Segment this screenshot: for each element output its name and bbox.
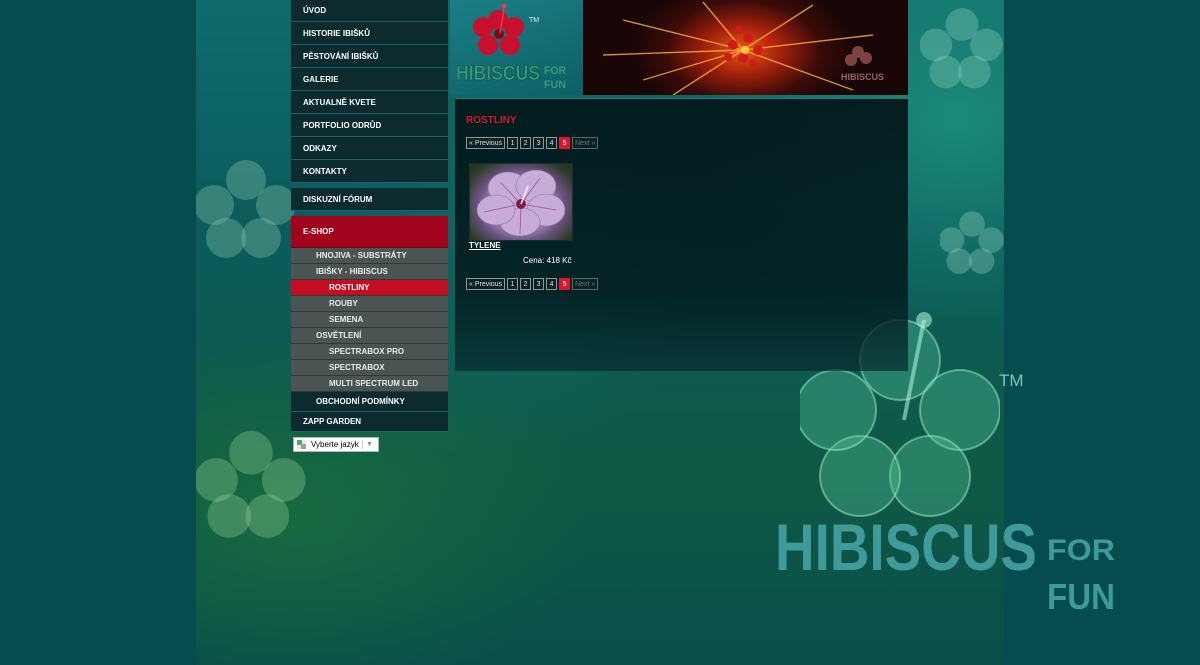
eshop-sub-ibisky[interactable]: IBIŠKY - HIBISCUS <box>291 264 448 280</box>
brand-watermark-fun: FUN <box>1047 576 1115 615</box>
product-name-link[interactable]: TYLENE <box>469 241 501 250</box>
header-banner-image: HIBISCUS <box>583 0 908 95</box>
page-background-left <box>0 0 196 665</box>
pagination-page-1[interactable]: 1 <box>507 137 519 149</box>
nav-item-galerie[interactable]: GALERIE <box>291 68 448 91</box>
nav-item-kontakty[interactable]: KONTAKTY <box>291 160 448 183</box>
brand-watermark: TM HIBISCUS FOR FUN <box>775 392 1120 620</box>
main-navigation: ÚVOD HISTORIE IBIŠKŮ PĚSTOVÁNÍ IBIŠKŮ GA… <box>291 0 448 432</box>
pagination-page-3[interactable]: 3 <box>533 137 545 149</box>
language-select[interactable]: Vyberte jazyk ▼ <box>293 437 379 452</box>
eshop-sub-hnojiva[interactable]: HNOJIVA - SUBSTRÁTY <box>291 248 448 264</box>
brand-watermark-name: HIBISCUS <box>775 510 1037 584</box>
logo-for: FOR <box>544 65 566 77</box>
pagination-page-1[interactable]: 1 <box>507 278 519 290</box>
eshop-sub-rostliny[interactable]: ROSTLINY <box>291 280 448 296</box>
banner-watermark: HIBISCUS <box>841 72 884 82</box>
eshop-sub-semena[interactable]: SEMENA <box>291 312 448 328</box>
pagination-page-2[interactable]: 2 <box>520 137 532 149</box>
eshop-sub-multi-spectrum[interactable]: MULTI SPECTRUM LED <box>291 376 448 392</box>
nav-item-aktualne[interactable]: AKTUALNĚ KVETE <box>291 91 448 114</box>
pagination-page-5[interactable]: 5 <box>559 137 571 149</box>
content-panel: ROSTLINY « Previous 1 2 3 4 5 Next » TYL… <box>455 98 908 371</box>
nav-item-pestovani[interactable]: PĚSTOVÁNÍ IBIŠKŮ <box>291 45 448 68</box>
logo-name: HIBISCUS <box>456 62 540 85</box>
logo-fun: FUN <box>544 79 566 91</box>
nav-item-zapp-garden[interactable]: ZAPP GARDEN <box>291 412 448 432</box>
pagination-bottom: « Previous 1 2 3 4 5 Next » <box>466 278 599 290</box>
pagination-previous[interactable]: « Previous <box>466 278 506 290</box>
pagination-previous[interactable]: « Previous <box>466 137 506 149</box>
product-price-value: 418 Kč <box>546 256 572 265</box>
eshop-sub-osvetleni[interactable]: OSVĚTLENÍ <box>291 328 448 344</box>
google-translate-icon <box>297 440 306 449</box>
product-price: Cena: 418 Kč <box>523 256 572 265</box>
language-select-divider <box>362 440 363 449</box>
pagination-page-4[interactable]: 4 <box>546 278 558 290</box>
site-logo[interactable]: TM HIBISCUS FOR FUN <box>450 0 583 95</box>
pagination-next[interactable]: Next » <box>572 137 599 149</box>
nav-item-odkazy[interactable]: ODKAZY <box>291 137 448 160</box>
brand-watermark-for: FOR <box>1047 534 1115 567</box>
language-select-label: Vyberte jazyk <box>311 440 359 449</box>
product-thumbnail[interactable] <box>469 163 573 241</box>
eshop-sub-spectrabox-pro[interactable]: SPECTRABOX PRO <box>291 344 448 360</box>
nav-item-uvod[interactable]: ÚVOD <box>291 0 448 22</box>
pagination-top: « Previous 1 2 3 4 5 Next » <box>466 137 599 149</box>
nav-item-historie[interactable]: HISTORIE IBIŠKŮ <box>291 22 448 45</box>
pagination-page-4[interactable]: 4 <box>546 137 558 149</box>
pagination-next[interactable]: Next » <box>572 278 599 290</box>
pagination-page-5[interactable]: 5 <box>559 278 571 290</box>
pagination-page-2[interactable]: 2 <box>520 278 532 290</box>
nav-item-eshop[interactable]: E-SHOP <box>291 216 448 248</box>
chevron-down-icon: ▼ <box>366 441 373 448</box>
eshop-sub-rouby[interactable]: ROUBY <box>291 296 448 312</box>
logo-tm: TM <box>529 17 539 24</box>
page-title: ROSTLINY <box>466 115 517 126</box>
eshop-sub-spectrabox[interactable]: SPECTRABOX <box>291 360 448 376</box>
product-price-label: Cena: <box>523 256 545 265</box>
nav-item-obchodni-podminky[interactable]: OBCHODNÍ PODMÍNKY <box>291 392 448 412</box>
pagination-page-3[interactable]: 3 <box>533 278 545 290</box>
hibiscus-logo-icon <box>473 3 524 55</box>
nav-item-forum[interactable]: DISKUZNÍ FÓRUM <box>291 188 448 211</box>
nav-item-portfolio[interactable]: PORTFOLIO ODRŮD <box>291 114 448 137</box>
